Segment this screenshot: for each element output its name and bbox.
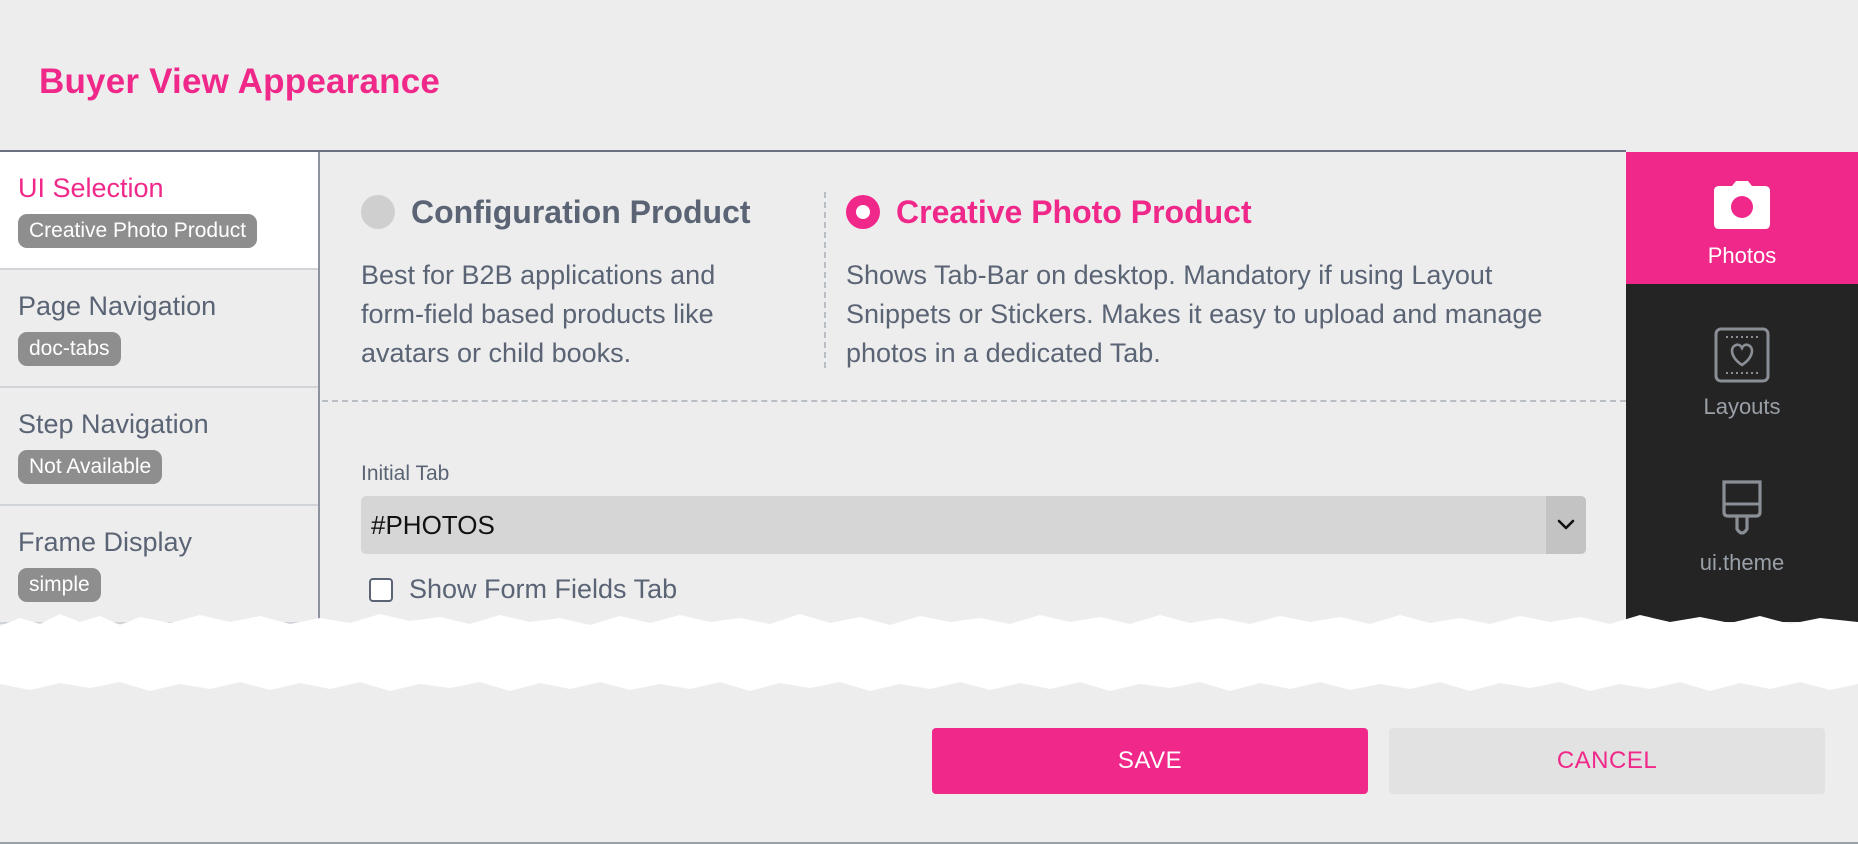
sidebar-item-badge: Creative Photo Product	[18, 214, 258, 248]
main-content: Configuration Product Best for B2B appli…	[322, 152, 1626, 622]
select-value: #PHOTOS	[371, 510, 495, 540]
tab-label: Photos	[1707, 243, 1777, 268]
option-configuration-product[interactable]: Configuration Product Best for B2B appli…	[361, 192, 781, 373]
option-divider	[824, 192, 826, 368]
paint-brush-icon	[1718, 479, 1766, 544]
sidebar-item-page-navigation[interactable]: Page Navigation doc-tabs	[0, 270, 318, 388]
radio-unselected[interactable]	[361, 195, 395, 229]
camera-icon	[1713, 180, 1771, 235]
settings-sidebar: UI Selection Creative Photo Product Page…	[0, 152, 320, 624]
radio-selected[interactable]	[846, 195, 880, 229]
cancel-button[interactable]: CANCEL	[1389, 728, 1825, 794]
sidebar-item-badge: doc-tabs	[18, 332, 121, 366]
sidebar-item-label: Page Navigation	[18, 291, 217, 321]
sidebar-item-label: Frame Display	[18, 527, 193, 557]
torn-edge-decoration	[0, 614, 1858, 691]
layout-heart-icon	[1714, 327, 1770, 388]
tab-bar: Photos Layouts ui.theme	[1626, 152, 1858, 622]
option-description: Shows Tab-Bar on desktop. Mandatory if u…	[846, 260, 1543, 368]
save-button[interactable]: SAVE	[932, 728, 1368, 794]
option-creative-photo-product[interactable]: Creative Photo Product Shows Tab-Bar on …	[846, 192, 1566, 373]
sidebar-item-label: Step Navigation	[18, 409, 209, 439]
sidebar-item-badge: Not Available	[18, 450, 163, 484]
sidebar-item-step-navigation[interactable]: Step Navigation Not Available	[0, 388, 318, 506]
tab-layouts[interactable]: Layouts	[1626, 327, 1858, 420]
initial-tab-label: Initial Tab	[361, 462, 450, 485]
tab-label: ui.theme	[1699, 550, 1785, 575]
chevron-down-icon[interactable]	[1546, 496, 1586, 554]
initial-tab-select[interactable]: #PHOTOS	[361, 496, 1586, 554]
tab-photos[interactable]: Photos	[1626, 152, 1858, 284]
option-title: Configuration Product	[411, 193, 751, 230]
tab-label: Layouts	[1703, 394, 1781, 419]
sidebar-item-ui-selection[interactable]: UI Selection Creative Photo Product	[0, 152, 318, 270]
option-title: Creative Photo Product	[896, 193, 1252, 230]
tab-ui-theme[interactable]: ui.theme	[1626, 479, 1858, 576]
option-description: Best for B2B applications and form-field…	[361, 260, 716, 368]
ui-type-options: Configuration Product Best for B2B appli…	[322, 152, 1626, 402]
page-title: Buyer View Appearance	[39, 62, 441, 101]
sidebar-item-label: UI Selection	[18, 173, 164, 203]
